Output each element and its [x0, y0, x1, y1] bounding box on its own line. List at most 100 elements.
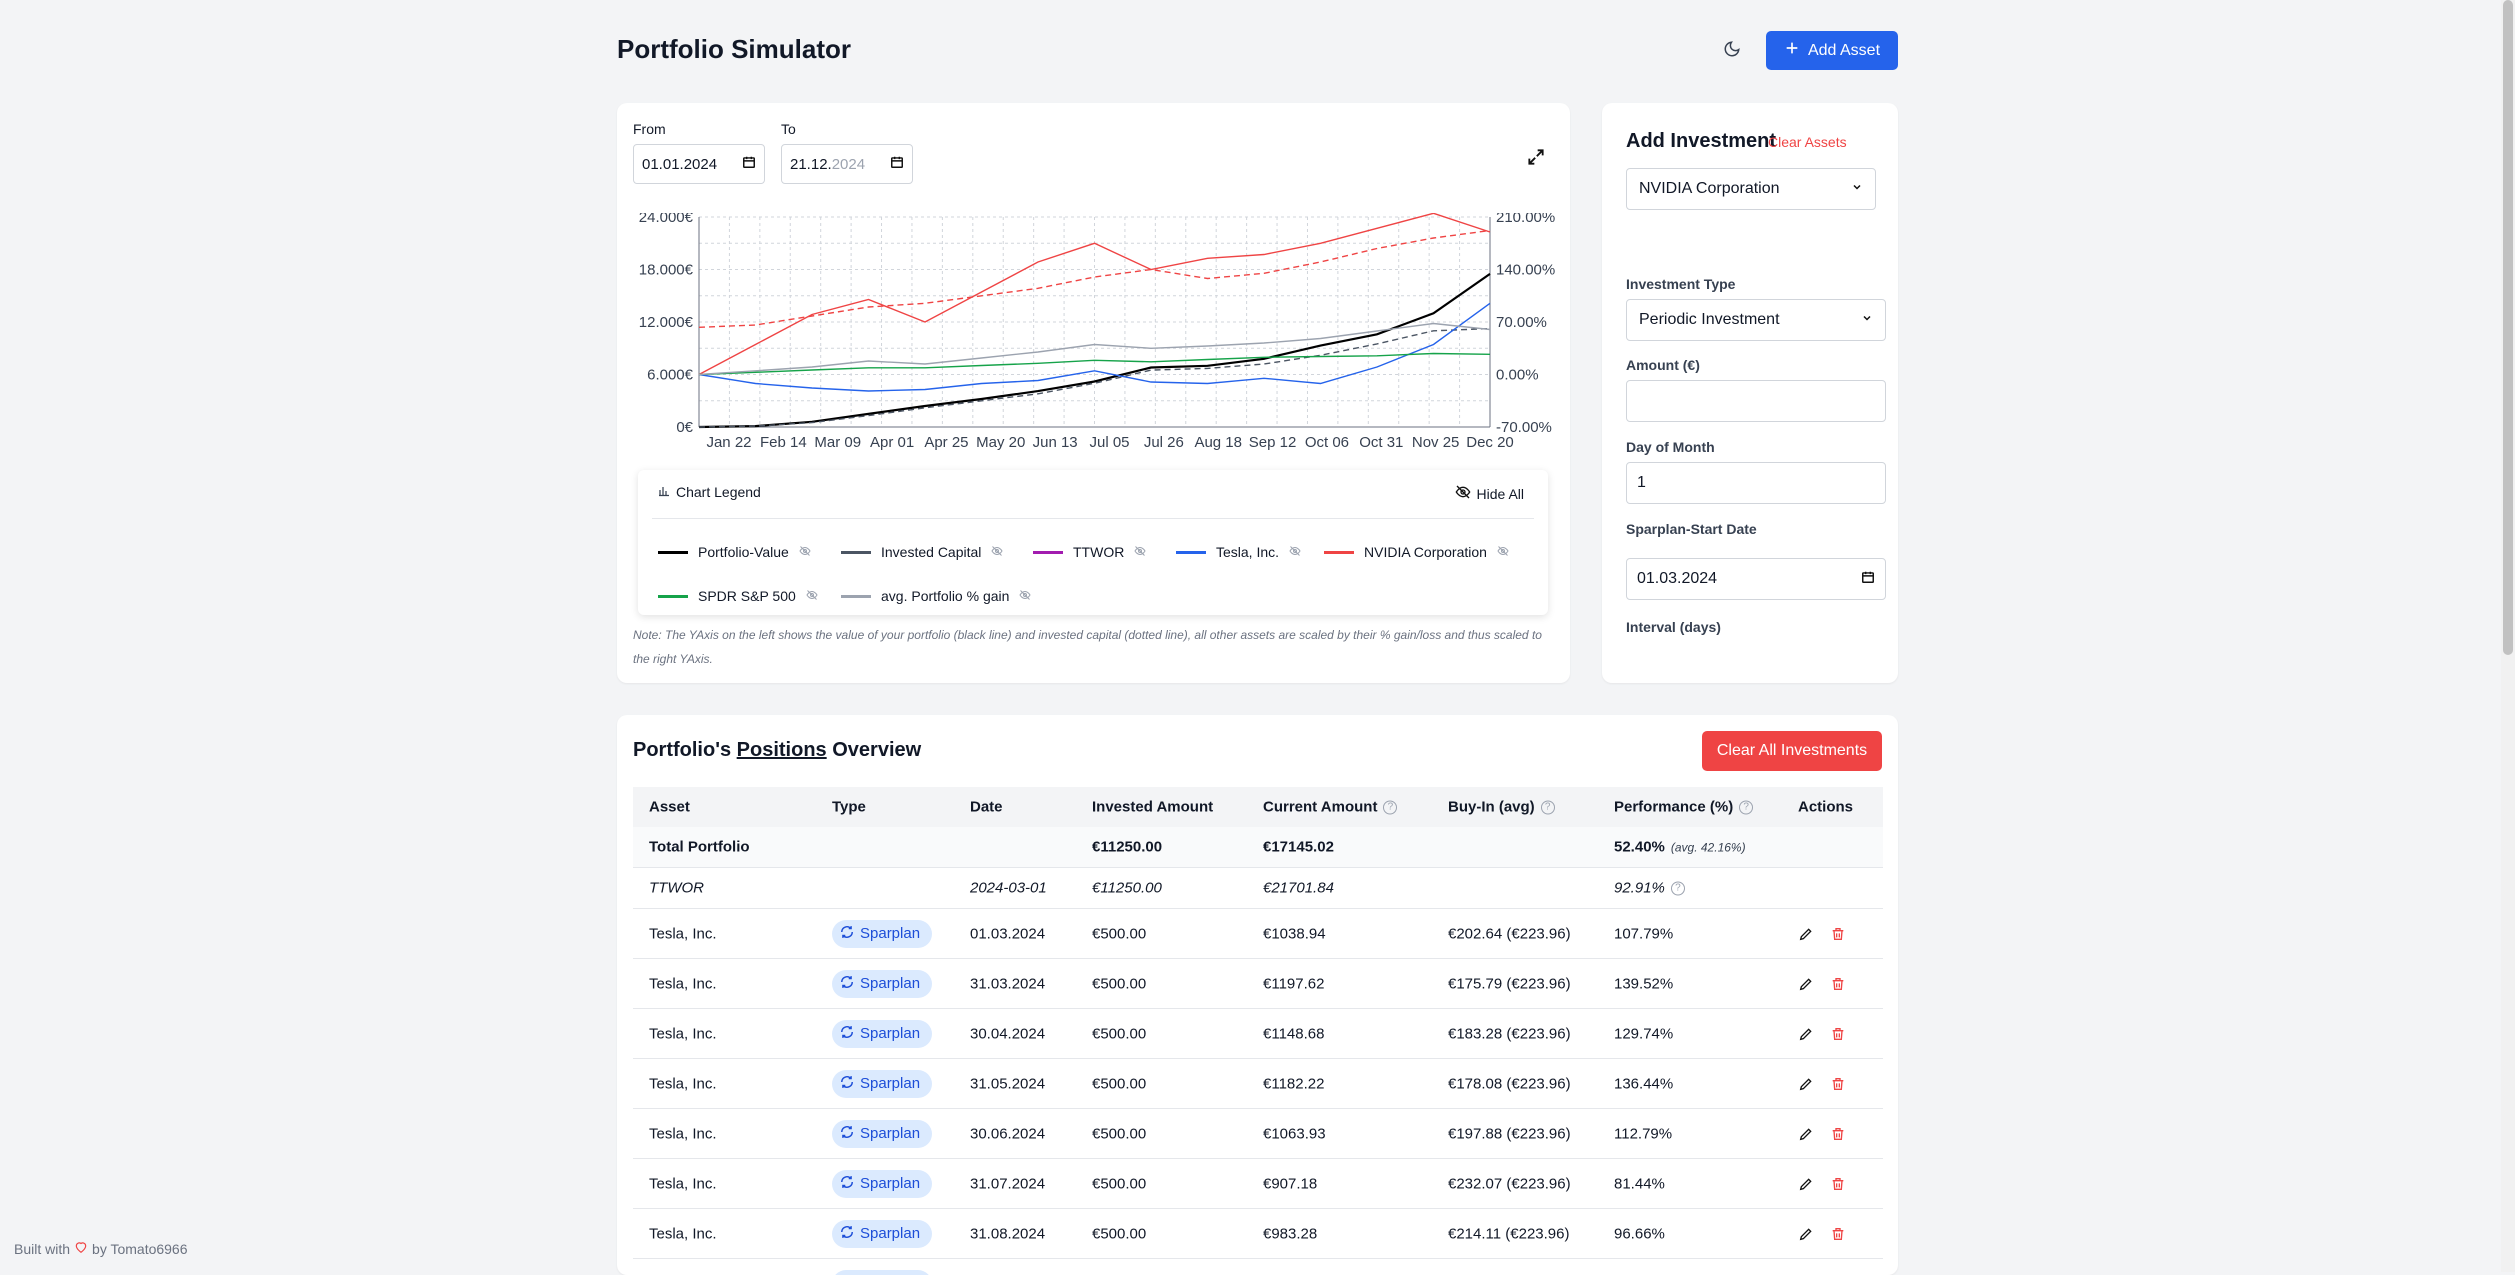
x-tick-label: Sep 12	[1249, 434, 1297, 451]
trash-icon[interactable]	[1830, 1126, 1846, 1142]
trash-icon[interactable]	[1830, 1176, 1846, 1192]
row-asset: Tesla, Inc.	[649, 925, 717, 942]
investment-type-select[interactable]: Periodic Investment	[1626, 299, 1886, 341]
trash-icon[interactable]	[1830, 1076, 1846, 1092]
legend-label: Tesla, Inc.	[1216, 544, 1279, 560]
total-perf-value: 52.40%	[1614, 839, 1665, 856]
row-performance: 81.44%	[1614, 1175, 1665, 1192]
legend-item[interactable]: Invested Capital	[841, 544, 1003, 560]
pencil-icon[interactable]	[1798, 1026, 1814, 1042]
trash-icon[interactable]	[1830, 1226, 1846, 1242]
header-current-label: Current Amount	[1263, 799, 1377, 816]
header-current: Current Amount?	[1263, 799, 1397, 816]
pencil-icon[interactable]	[1798, 1176, 1814, 1192]
header-type: Type	[832, 799, 866, 816]
eye-off-icon	[799, 544, 811, 560]
theme-toggle-button[interactable]	[1714, 36, 1750, 66]
add-investment-title: Add Investment	[1626, 130, 1776, 153]
eye-off-icon	[991, 544, 1003, 560]
legend-title-text: Chart Legend	[676, 484, 761, 500]
row-invested: €500.00	[1092, 1175, 1146, 1192]
positions-title-prefix: Portfolio's	[633, 739, 737, 761]
row-date: 30.06.2024	[970, 1125, 1045, 1142]
row-current: €1063.93	[1263, 1125, 1326, 1142]
row-current: €907.18	[1263, 1175, 1317, 1192]
x-tick-label: Dec 20	[1466, 434, 1514, 451]
clear-all-investments-button[interactable]: Clear All Investments	[1702, 731, 1882, 771]
scrollbar-thumb[interactable]	[2503, 0, 2513, 655]
table-row: Tesla, Inc.Sparplan31.08.2024€500.00€983…	[633, 1209, 1883, 1259]
pencil-icon[interactable]	[1798, 976, 1814, 992]
to-date-input[interactable]: 21.12.2024	[781, 144, 913, 184]
help-icon[interactable]: ?	[1383, 800, 1397, 814]
pencil-icon[interactable]	[1798, 1076, 1814, 1092]
eye-off-icon	[1497, 544, 1509, 560]
asset-select[interactable]: NVIDIA Corporation	[1626, 168, 1876, 210]
pencil-icon[interactable]	[1798, 1126, 1814, 1142]
table-row: Tesla, Inc.Sparplan01.03.2024€500.00€103…	[633, 909, 1883, 959]
row-buyin: €232.07 (€223.96)	[1448, 1175, 1571, 1192]
start-date-input[interactable]: 01.03.2024	[1626, 558, 1886, 600]
row-current: €1148.68	[1263, 1025, 1324, 1042]
total-asset: Total Portfolio	[649, 839, 750, 856]
add-asset-button[interactable]: Add Asset	[1766, 31, 1898, 70]
amount-input[interactable]	[1626, 380, 1886, 422]
fullscreen-button[interactable]	[1526, 147, 1546, 172]
scrollbar[interactable]	[2501, 0, 2515, 1272]
series-line	[699, 303, 1490, 391]
legend-item[interactable]: TTWOR	[1033, 544, 1146, 560]
row-type: Sparplan	[832, 1020, 932, 1048]
refresh-icon	[840, 925, 854, 943]
total-performance: 52.40%(avg. 42.16%)	[1614, 839, 1746, 856]
x-tick-label: Oct 31	[1359, 434, 1403, 451]
from-date-input[interactable]: 01.01.2024	[633, 144, 765, 184]
pencil-icon[interactable]	[1798, 926, 1814, 942]
clear-assets-link[interactable]: Clear Assets	[1768, 134, 1847, 150]
total-current: €17145.02	[1263, 839, 1334, 856]
legend-item[interactable]: avg. Portfolio % gain	[841, 588, 1031, 604]
y-left-tick-label: 24.000€	[639, 213, 694, 226]
chevron-down-icon	[1861, 311, 1873, 329]
row-actions	[1798, 1126, 1846, 1142]
badge-label: Sparplan	[860, 1025, 920, 1042]
refresh-icon	[840, 1025, 854, 1043]
legend-item[interactable]: Portfolio-Value	[658, 544, 811, 560]
row-invested: €500.00	[1092, 1075, 1146, 1092]
footer: Built with by Tomato6966	[14, 1240, 188, 1257]
hide-all-button[interactable]: Hide All	[1455, 484, 1524, 503]
x-tick-label: Apr 01	[870, 434, 914, 451]
help-icon[interactable]: ?	[1671, 881, 1685, 895]
row-type: Sparplan	[832, 920, 932, 948]
legend-item[interactable]: SPDR S&P 500	[658, 588, 818, 604]
trash-icon[interactable]	[1830, 926, 1846, 942]
x-tick-label: Apr 25	[924, 434, 968, 451]
row-invested: €500.00	[1092, 1125, 1146, 1142]
chart-card: From 01.01.2024 To 21.12.2024 24.000€18.…	[617, 103, 1570, 683]
hide-all-label: Hide All	[1477, 486, 1524, 502]
legend-swatch	[658, 595, 688, 598]
x-tick-label: Jul 05	[1089, 434, 1129, 451]
legend-label: SPDR S&P 500	[698, 588, 796, 604]
amount-label: Amount (€)	[1626, 357, 1700, 373]
ttwor-invested: €11250.00	[1092, 880, 1162, 897]
start-date-value: 01.03.2024	[1637, 570, 1717, 588]
help-icon[interactable]: ?	[1541, 800, 1555, 814]
row-performance: 112.79%	[1614, 1125, 1672, 1142]
help-icon[interactable]: ?	[1739, 800, 1753, 814]
legend-swatch	[1033, 551, 1063, 554]
trash-icon[interactable]	[1830, 1026, 1846, 1042]
legend-item[interactable]: Tesla, Inc.	[1176, 544, 1301, 560]
ttwor-asset: TTWOR	[649, 880, 704, 897]
y-right-tick-label: 70.00%	[1496, 314, 1547, 331]
row-type: Sparplan	[832, 1070, 932, 1098]
row-asset: Tesla, Inc.	[649, 1025, 717, 1042]
header-invested: Invested Amount	[1092, 799, 1213, 816]
x-tick-label: Jan 22	[706, 434, 751, 451]
day-of-month-input[interactable]: 1	[1626, 462, 1886, 504]
legend-item[interactable]: NVIDIA Corporation	[1324, 544, 1509, 560]
pencil-icon[interactable]	[1798, 1226, 1814, 1242]
header-buyin-label: Buy-In (avg)	[1448, 799, 1535, 816]
investment-type-label: Investment Type	[1626, 276, 1735, 292]
badge-label: Sparplan	[860, 1075, 920, 1092]
trash-icon[interactable]	[1830, 976, 1846, 992]
